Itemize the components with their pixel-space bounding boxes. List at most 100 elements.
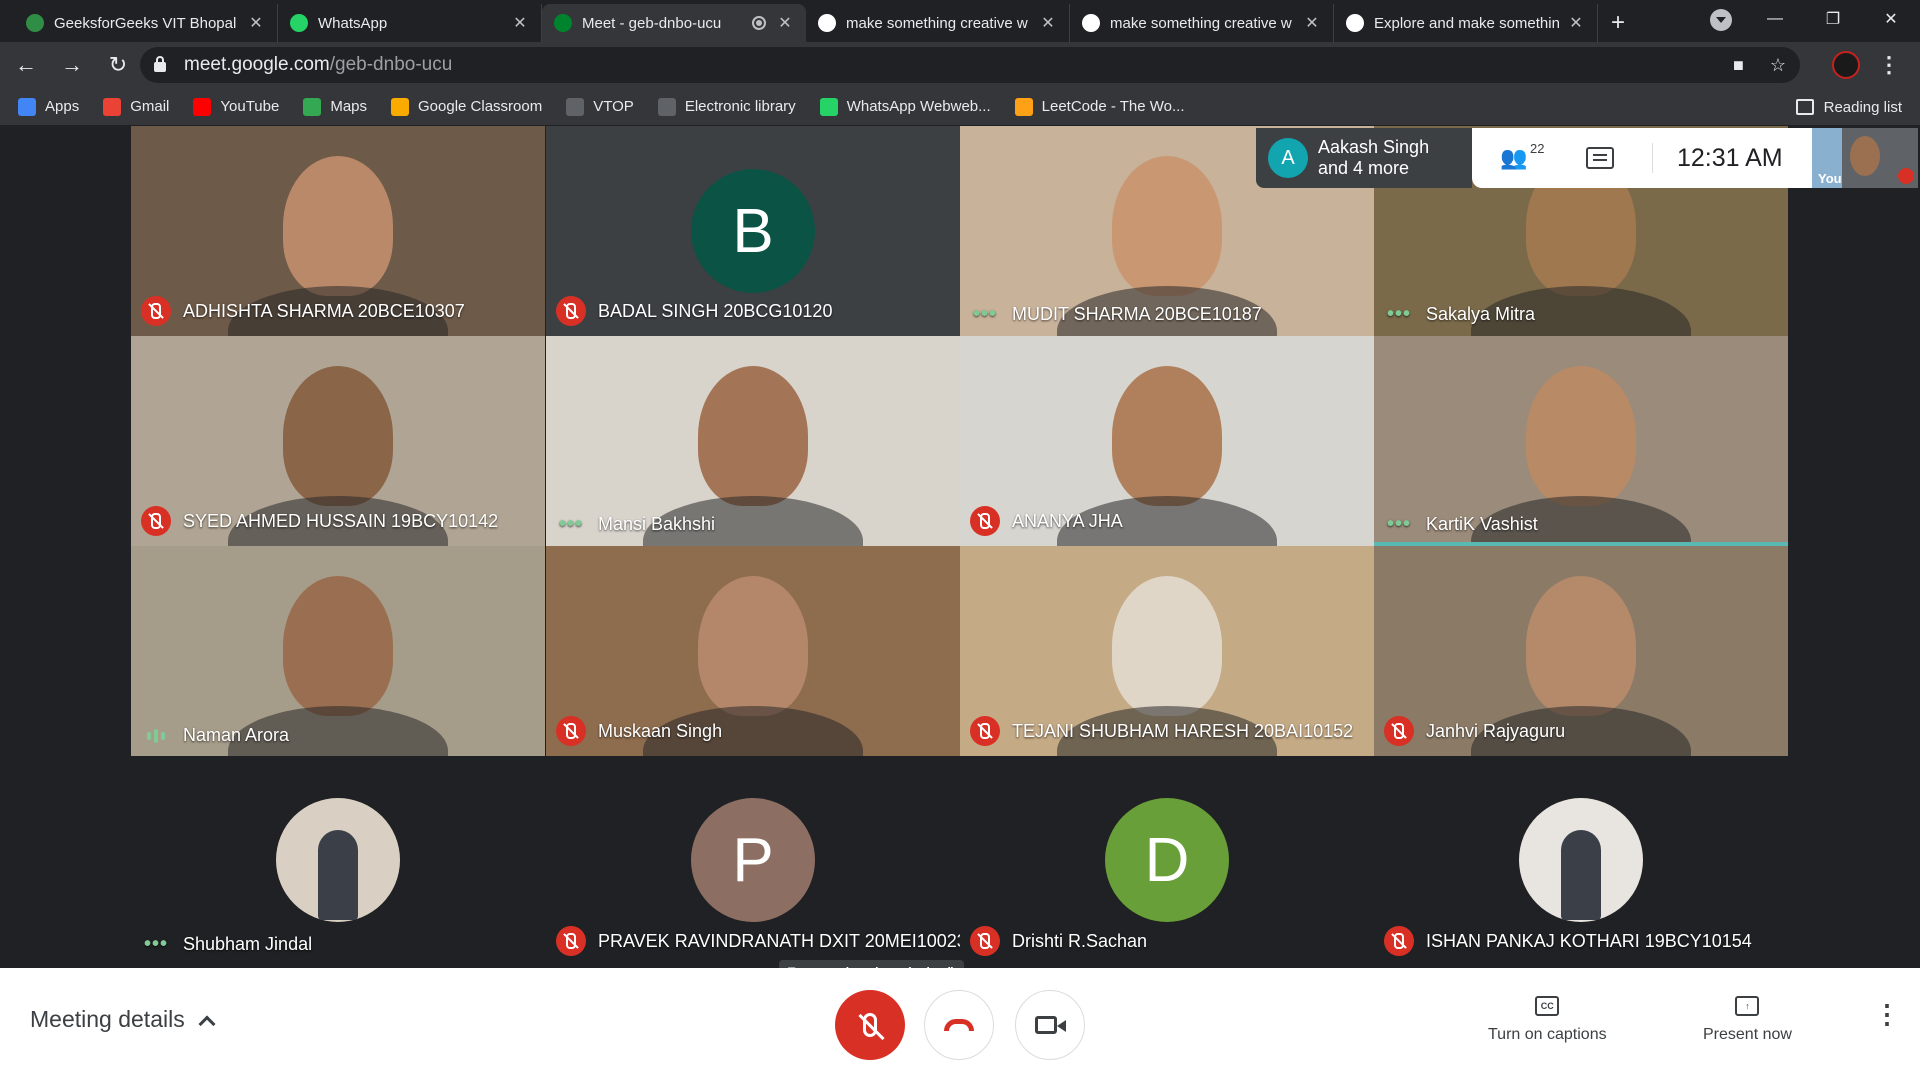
minimize-icon[interactable]: — <box>1746 10 1804 28</box>
close-tab-icon[interactable]: ✕ <box>511 13 529 33</box>
participant-label: ••• KartiK Vashist <box>1384 513 1538 536</box>
participant-tile[interactable]: P PRAVEK RAVINDRANATH DXIT 20MEI10023 <box>546 756 960 966</box>
hang-up-icon <box>944 1019 974 1031</box>
lock-icon[interactable] <box>154 56 166 72</box>
bookmark-item[interactable]: Google Classroom <box>391 97 542 116</box>
profile-avatar[interactable] <box>1832 51 1860 79</box>
reading-list-label: Reading list <box>1823 98 1902 116</box>
participant-name: SYED AHMED HUSSAIN 19BCY10142 <box>183 510 499 531</box>
tab-search-icon[interactable] <box>1710 9 1732 31</box>
participant-label: Naman Arora <box>141 725 289 746</box>
participant-tile[interactable]: ISHAN PANKAJ KOTHARI 19BCY10154 <box>1374 756 1788 966</box>
bookmark-item[interactable]: Maps <box>303 97 368 116</box>
participant-tile[interactable]: ADHISHTA SHARMA 20BCE10307 <box>131 126 545 336</box>
participant-tile[interactable]: TEJANI SHUBHAM HARESH 20BAI10152 <box>960 546 1374 756</box>
browser-tab[interactable]: Explore and make somethin ✕ <box>1334 4 1598 42</box>
participant-tile[interactable]: ••• Shubham Jindal <box>131 756 545 966</box>
meeting-details-button[interactable]: Meeting details <box>30 1006 216 1033</box>
bookmark-item[interactable]: YouTube <box>193 97 279 116</box>
participant-name: KartiK Vashist <box>1426 514 1538 534</box>
browser-tab[interactable]: GeeksforGeeks VIT Bhopal ✕ <box>14 4 278 42</box>
forward-icon[interactable]: → <box>52 45 92 85</box>
reload-icon[interactable]: ↻ <box>98 45 138 85</box>
participant-tile[interactable]: SYED AHMED HUSSAIN 19BCY10142 <box>131 336 545 546</box>
address-bar[interactable]: meet.google.com/geb-dnbo-ucu ■ ☆ <box>140 47 1800 83</box>
participant-photo <box>1519 798 1643 922</box>
browser-tab[interactable]: make something creative w ✕ <box>806 4 1070 42</box>
bookmark-label: Maps <box>330 98 368 115</box>
camera-permission-icon[interactable]: ■ <box>1733 55 1744 76</box>
participant-tile[interactable]: Muskaan Singh <box>546 546 960 756</box>
audio-bar <box>161 731 165 740</box>
captions-button[interactable]: CC Turn on captions <box>1488 996 1607 1044</box>
bookmark-item[interactable]: Electronic library <box>657 97 796 116</box>
bookmark-label: Apps <box>45 98 80 115</box>
people-button[interactable]: 👥 22 <box>1500 141 1560 171</box>
restore-icon[interactable]: ❐ <box>1804 9 1862 29</box>
bookmark-item[interactable]: WhatsApp Webweb... <box>819 97 991 116</box>
camera-toggle-button[interactable] <box>1015 990 1085 1060</box>
bookmark-star-icon[interactable]: ☆ <box>1770 55 1786 76</box>
video-feed-person <box>1112 156 1222 296</box>
people-icon: 👥 <box>1500 145 1528 170</box>
bookmark-item[interactable]: VTOP <box>566 97 634 116</box>
audio-bar <box>154 728 158 743</box>
present-now-button[interactable]: ↑ Present now <box>1703 996 1792 1044</box>
close-tab-icon[interactable]: ✕ <box>1039 13 1057 33</box>
close-tab-icon[interactable]: ✕ <box>776 13 794 33</box>
participant-tile[interactable]: ANANYA JHA <box>960 336 1374 546</box>
muted-mic-icon <box>970 716 1000 746</box>
muted-mic-icon <box>970 506 1000 536</box>
participant-name: Shubham Jindal <box>183 934 313 954</box>
browser-tab[interactable]: WhatsApp ✕ <box>278 4 542 42</box>
back-icon[interactable]: ← <box>6 45 46 85</box>
close-tab-icon[interactable]: ✕ <box>1567 13 1585 33</box>
participant-label: PRAVEK RAVINDRANATH DXIT 20MEI10023 <box>556 926 960 956</box>
browser-tab[interactable]: make something creative w ✕ <box>1070 4 1334 42</box>
divider <box>1652 143 1653 173</box>
participant-name: MUDIT SHARMA 20BCE10187 <box>1012 304 1262 324</box>
close-tab-icon[interactable]: ✕ <box>247 13 265 33</box>
participant-tile[interactable]: D Drishti R.Sachan <box>960 756 1374 966</box>
reading-list-button[interactable]: Reading list <box>1795 88 1902 126</box>
classroom-icon <box>391 97 410 116</box>
presenter-chip[interactable]: A Aakash Singh and 4 more <box>1256 128 1472 188</box>
browser-menu-icon[interactable]: ⋮ <box>1878 52 1900 78</box>
youtube-icon <box>193 97 212 116</box>
bookmark-item[interactable]: Gmail <box>103 97 169 116</box>
bookmark-item[interactable]: Apps <box>18 97 80 116</box>
participant-avatar: B <box>691 169 815 293</box>
participant-label: ••• Shubham Jindal <box>141 933 312 956</box>
tab-title: make something creative w <box>846 14 1028 32</box>
participant-label: Janhvi Rajyaguru <box>1384 716 1565 746</box>
close-tab-icon[interactable]: ✕ <box>1303 13 1321 33</box>
participant-tile[interactable]: Janhvi Rajyaguru <box>1374 546 1788 756</box>
leave-call-button[interactable] <box>924 990 994 1060</box>
browser-tab[interactable]: Meet - geb-dnbo-ucu ✕ <box>542 4 806 42</box>
gfg-icon <box>26 14 44 32</box>
participant-label: ••• Mansi Bakhshi <box>556 513 715 536</box>
bookmark-label: LeetCode - The Wo... <box>1041 98 1185 115</box>
present-label: Present now <box>1703 1026 1792 1043</box>
camera-icon <box>1035 1016 1066 1034</box>
tab-title: make something creative w <box>1110 14 1292 32</box>
participant-tile[interactable]: Naman Arora <box>131 546 545 756</box>
tab-strip: GeeksforGeeks VIT Bhopal ✕ WhatsApp ✕ Meet -… <box>0 0 1920 42</box>
participant-tile[interactable]: ••• KartiK Vashist <box>1374 336 1788 546</box>
chat-icon[interactable] <box>1586 147 1614 169</box>
bookmark-label: WhatsApp Webweb... <box>846 98 991 115</box>
presenter-name: Aakash Singh <box>1318 137 1430 157</box>
participant-photo <box>276 798 400 922</box>
microphone-toggle-button[interactable] <box>835 990 905 1060</box>
more-options-icon[interactable]: ⋮ <box>1874 1001 1900 1027</box>
self-view[interactable]: You <box>1812 128 1918 188</box>
new-tab-button[interactable]: + <box>1598 4 1638 42</box>
window-controls: — ❐ ✕ <box>1746 0 1920 38</box>
close-window-icon[interactable]: ✕ <box>1862 9 1920 29</box>
participant-tile[interactable]: ••• Mansi Bakhshi <box>546 336 960 546</box>
people-count: 22 <box>1530 141 1545 156</box>
meeting-info-bar: 👥 22 12:31 AM <box>1472 128 1812 188</box>
bookmark-item[interactable]: LeetCode - The Wo... <box>1014 97 1185 116</box>
leetcode-icon <box>1014 97 1033 116</box>
participant-tile[interactable]: B BADAL SINGH 20BCG10120 <box>546 126 960 336</box>
